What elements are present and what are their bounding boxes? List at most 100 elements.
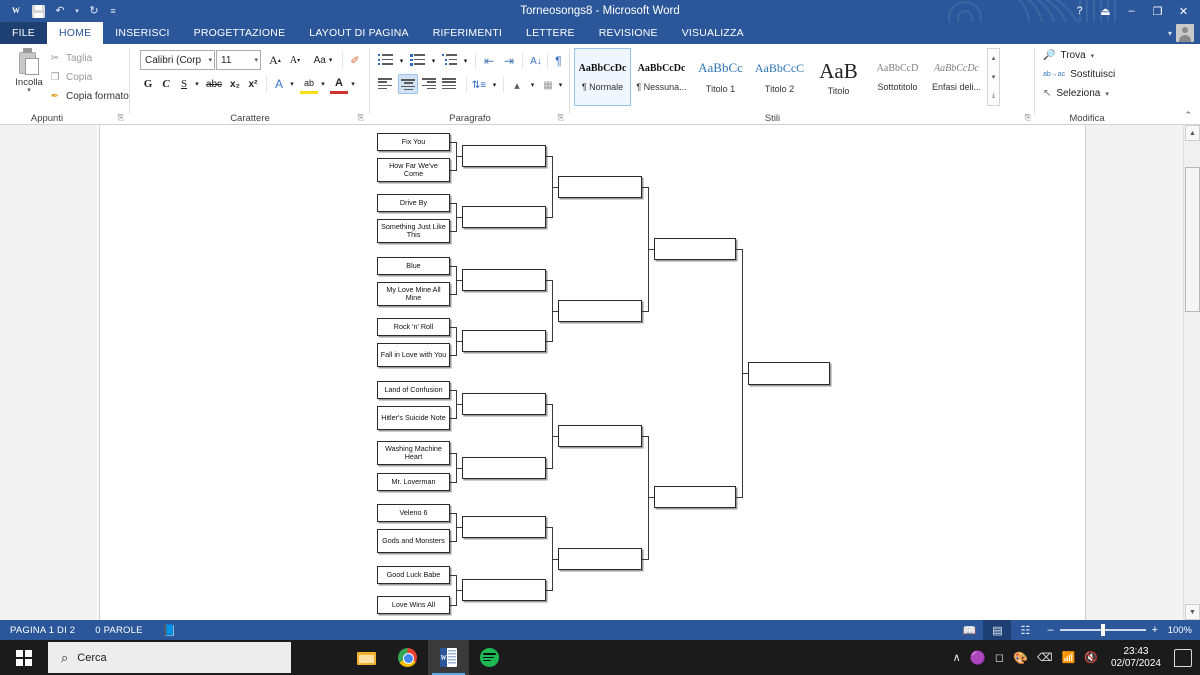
font-size-caret-icon[interactable]: ▾ bbox=[254, 56, 258, 64]
styles-gallery-scrollbar[interactable]: ▴ ▾ ⤓ bbox=[987, 48, 1000, 106]
underline-caret-icon[interactable]: ▾ bbox=[192, 74, 202, 94]
line-spacing-caret-icon[interactable]: ▾ bbox=[490, 75, 499, 95]
gallery-scroll-down-icon[interactable]: ▾ bbox=[992, 68, 996, 86]
bracket-r1-slot-6[interactable]: My Love Mine All Mine bbox=[377, 282, 450, 306]
tab-layout-di-pagina[interactable]: LAYOUT DI PAGINA bbox=[297, 22, 420, 44]
bullets-caret-icon[interactable]: ▾ bbox=[397, 51, 406, 71]
find-caret-icon[interactable]: ▾ bbox=[1091, 52, 1095, 60]
tab-file[interactable]: FILE bbox=[0, 22, 47, 44]
multilevel-list-button[interactable] bbox=[442, 51, 460, 69]
tab-progettazione[interactable]: PROGETTAZIONE bbox=[182, 22, 298, 44]
shading-button[interactable]: ▴ bbox=[508, 75, 526, 95]
bracket-r2-slot-3[interactable] bbox=[462, 269, 546, 291]
bracket-r4-slot-1[interactable] bbox=[654, 238, 736, 260]
find-button[interactable]: 🔎 Trova ▾ bbox=[1043, 50, 1094, 61]
avatar[interactable] bbox=[1176, 24, 1194, 42]
bracket-r2-slot-8[interactable] bbox=[462, 579, 546, 601]
zoom-level[interactable]: 100% bbox=[1164, 625, 1192, 636]
gallery-scroll-up-icon[interactable]: ▴ bbox=[992, 49, 996, 67]
style-enfasi-delicata[interactable]: AaBbCcDс Enfasi deli... bbox=[928, 48, 985, 106]
style-titolo[interactable]: AaB Titolo bbox=[810, 48, 867, 106]
cut-button[interactable]: ✂ Taglia bbox=[48, 51, 92, 65]
zoom-slider[interactable] bbox=[1059, 624, 1146, 636]
style-nessuna-spaziatura[interactable]: AaBbCcDc ¶ Nessuna... bbox=[633, 48, 690, 106]
bracket-r1-slot-7[interactable]: Rock 'n' Roll bbox=[377, 318, 450, 336]
bullets-button[interactable] bbox=[378, 51, 396, 69]
tray-icon-keyboard[interactable]: ⌫ bbox=[1037, 651, 1053, 664]
clock[interactable]: 23:43 02/07/2024 bbox=[1107, 646, 1165, 670]
increase-indent-button[interactable]: ⇥ bbox=[500, 51, 518, 71]
word-count[interactable]: 0 PAROLE bbox=[85, 620, 152, 640]
underline-button[interactable]: S bbox=[176, 74, 192, 94]
bracket-r3-slot-4[interactable] bbox=[558, 548, 642, 570]
ribbon-display-options-button[interactable]: ⏏ bbox=[1093, 1, 1118, 21]
style-normale[interactable]: AaBbCcDc ¶ Normale bbox=[574, 48, 631, 106]
bracket-champion-slot[interactable] bbox=[748, 362, 830, 385]
bracket-r2-slot-2[interactable] bbox=[462, 206, 546, 228]
font-size-input[interactable]: 11 ▾ bbox=[216, 50, 261, 70]
bracket-r2-slot-7[interactable] bbox=[462, 516, 546, 538]
carattere-dialog-launcher[interactable]: ⎘ bbox=[358, 113, 364, 123]
proofing-status-icon[interactable]: 📘 bbox=[153, 620, 187, 640]
highlight-caret-icon[interactable]: ▾ bbox=[318, 74, 328, 94]
superscript-button[interactable]: x² bbox=[244, 74, 262, 94]
tray-icon-paint[interactable]: 🎨 bbox=[1013, 651, 1028, 665]
borders-caret-icon[interactable]: ▾ bbox=[556, 75, 565, 95]
bracket-r1-slot-15[interactable]: Good Luck Babe bbox=[377, 566, 450, 584]
select-button[interactable]: ↖ Seleziona ▾ bbox=[1043, 88, 1109, 99]
italic-button[interactable]: C bbox=[158, 74, 174, 94]
scroll-down-button[interactable]: ▼ bbox=[1185, 604, 1200, 620]
bracket-r1-slot-9[interactable]: Land of Confusion bbox=[377, 381, 450, 399]
style-sottotitolo[interactable]: AaBbCcD Sottotitolo bbox=[869, 48, 926, 106]
bracket-r3-slot-2[interactable] bbox=[558, 300, 642, 322]
change-case-button[interactable]: Aa ▾ bbox=[310, 50, 336, 70]
copy-button[interactable]: ❐ Copia bbox=[48, 70, 93, 84]
customize-qat-icon[interactable]: ≡ bbox=[106, 1, 120, 21]
bracket-r2-slot-6[interactable] bbox=[462, 457, 546, 479]
tab-revisione[interactable]: REVISIONE bbox=[587, 22, 670, 44]
restore-button[interactable]: ❐ bbox=[1145, 1, 1170, 21]
show-formatting-marks-button[interactable]: ¶ bbox=[551, 51, 566, 71]
taskbar-spotify[interactable] bbox=[469, 640, 510, 675]
bracket-r2-slot-4[interactable] bbox=[462, 330, 546, 352]
text-effects-caret-icon[interactable]: ▾ bbox=[287, 74, 297, 94]
bracket-r3-slot-1[interactable] bbox=[558, 176, 642, 198]
align-center-button[interactable] bbox=[398, 74, 418, 94]
start-button[interactable] bbox=[0, 640, 48, 675]
numbering-caret-icon[interactable]: ▾ bbox=[429, 51, 438, 71]
zoom-in-button[interactable]: + bbox=[1152, 624, 1158, 636]
select-caret-icon[interactable]: ▾ bbox=[1105, 90, 1109, 98]
collapse-ribbon-button[interactable]: ⌃ bbox=[1184, 110, 1192, 121]
bracket-r2-slot-5[interactable] bbox=[462, 393, 546, 415]
align-right-button[interactable] bbox=[422, 75, 440, 93]
tab-visualizza[interactable]: VISUALIZZA bbox=[670, 22, 756, 44]
undo-icon[interactable]: ↶ bbox=[50, 1, 70, 21]
bracket-r2-slot-1[interactable] bbox=[462, 145, 546, 167]
scroll-up-button[interactable]: ▲ bbox=[1185, 125, 1200, 141]
volume-muted-icon[interactable]: 🔇 bbox=[1084, 651, 1098, 664]
taskbar-search[interactable]: ⌕ Cerca bbox=[48, 642, 291, 673]
bracket-r4-slot-2[interactable] bbox=[654, 486, 736, 508]
notification-icon[interactable] bbox=[1174, 648, 1192, 667]
format-painter-button[interactable]: ✒ Copia formato bbox=[48, 89, 129, 103]
shading-caret-icon[interactable]: ▾ bbox=[528, 75, 537, 95]
read-mode-button[interactable]: 📖 bbox=[955, 620, 983, 640]
borders-button[interactable]: ▦ bbox=[540, 75, 556, 95]
font-name-caret-icon[interactable]: ▾ bbox=[208, 56, 212, 64]
numbering-button[interactable] bbox=[410, 51, 428, 69]
account-caret-icon[interactable]: ▾ bbox=[1168, 29, 1172, 38]
paste-button[interactable]: Incolla ▾ bbox=[6, 48, 52, 110]
save-icon[interactable] bbox=[28, 1, 48, 21]
strikethrough-button[interactable]: abc bbox=[204, 74, 224, 94]
web-layout-button[interactable]: ☷ bbox=[1011, 620, 1039, 640]
bracket-r3-slot-3[interactable] bbox=[558, 425, 642, 447]
minimize-button[interactable]: – bbox=[1119, 1, 1144, 21]
sort-button[interactable]: A↓ bbox=[527, 51, 545, 71]
gallery-more-icon[interactable]: ⤓ bbox=[992, 87, 995, 105]
shrink-font-button[interactable]: A ▾ bbox=[286, 50, 304, 70]
font-color-button[interactable]: A bbox=[330, 74, 348, 94]
replace-button[interactable]: ab→ac Sostituisci bbox=[1043, 69, 1115, 80]
bracket-r1-slot-16[interactable]: Love Wins All bbox=[377, 596, 450, 614]
clear-formatting-button[interactable]: ✐ bbox=[346, 50, 364, 70]
redo-icon[interactable]: ↻ bbox=[84, 1, 104, 21]
